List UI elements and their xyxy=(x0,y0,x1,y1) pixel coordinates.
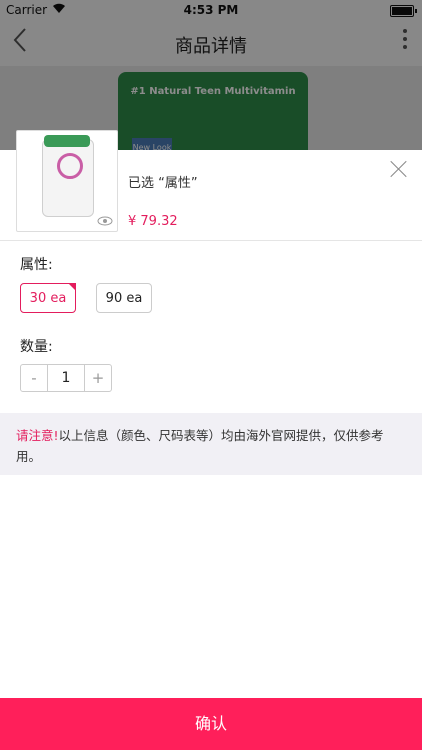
quantity-label: 数量: xyxy=(20,339,53,355)
selected-corner-icon xyxy=(68,283,76,291)
quantity-plus-button[interactable]: + xyxy=(84,365,111,391)
option-30-ea[interactable]: 30 ea xyxy=(20,283,76,313)
product-thumbnail[interactable] xyxy=(16,130,118,232)
dim-overlay[interactable] xyxy=(0,0,422,150)
thumbnail-logo xyxy=(57,153,83,179)
eye-icon[interactable] xyxy=(97,215,113,229)
option-label: 90 ea xyxy=(105,291,143,306)
close-icon[interactable] xyxy=(388,158,410,180)
option-label: 30 ea xyxy=(29,291,67,306)
selected-attribute-label: 已选 “属性” xyxy=(128,176,198,191)
divider xyxy=(0,240,422,241)
notice-text: 请注意!以上信息（颜色、尺码表等）均由海外官网提供，仅供参考用。 xyxy=(16,425,406,467)
option-90-ea[interactable]: 90 ea xyxy=(96,283,152,313)
price: ¥ 79.32 xyxy=(128,214,178,229)
confirm-button[interactable]: 确认 xyxy=(0,698,422,750)
thumbnail-cap xyxy=(44,135,90,147)
quantity-value[interactable]: 1 xyxy=(48,365,84,391)
notice-box: 请注意!以上信息（颜色、尺码表等）均由海外官网提供，仅供参考用。 xyxy=(0,413,422,475)
sku-sheet: 已选 “属性” ¥ 79.32 属性: 30 ea 90 ea 数量: - 1 … xyxy=(0,130,422,750)
notice-warning: 请注意! xyxy=(16,428,59,443)
notice-body: 以上信息（颜色、尺码表等）均由海外官网提供，仅供参考用。 xyxy=(16,428,384,464)
quantity-stepper: - 1 + xyxy=(20,364,112,392)
attribute-label: 属性: xyxy=(20,257,53,273)
quantity-minus-button[interactable]: - xyxy=(21,365,48,391)
